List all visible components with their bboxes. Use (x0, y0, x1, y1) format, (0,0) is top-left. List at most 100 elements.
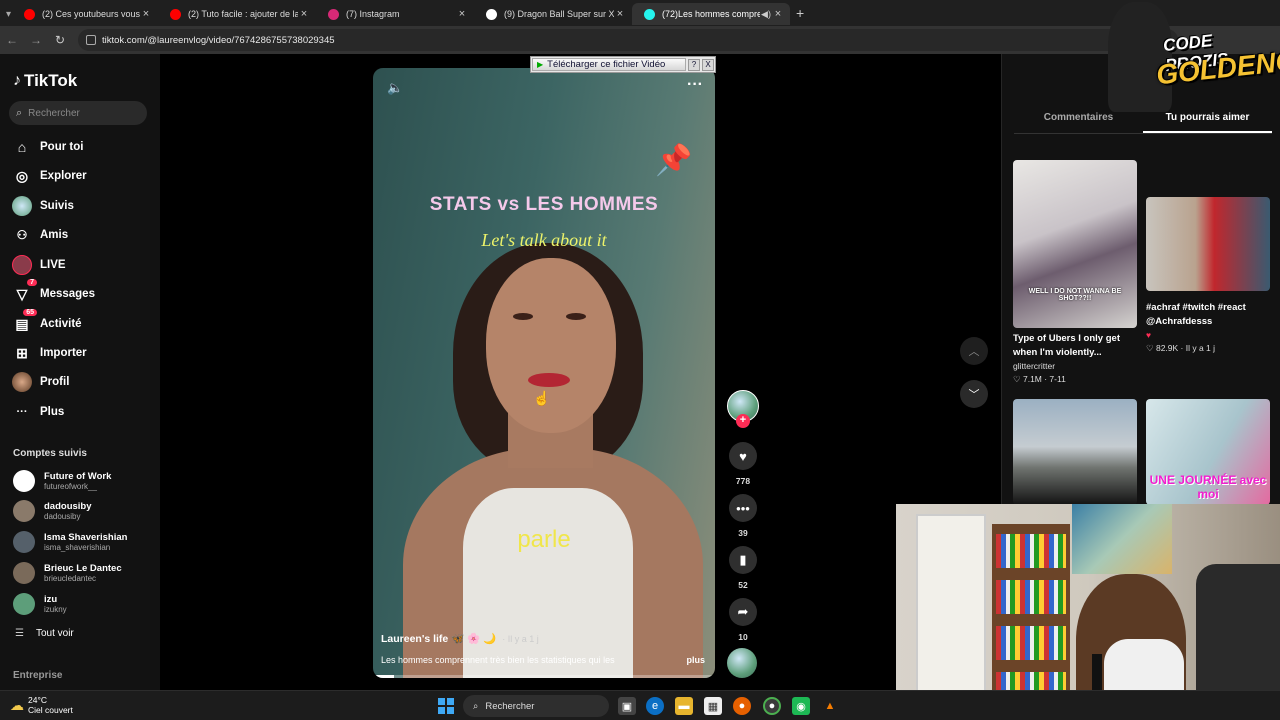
followed-account[interactable]: izu izukny (13, 593, 67, 615)
tab-comments[interactable]: Commentaires (1014, 112, 1143, 133)
youtube-favicon-icon (24, 8, 35, 20)
tab-title: (72)Les hommes comprenn (662, 9, 760, 19)
compass-icon: ◎ (15, 167, 29, 184)
followed-account[interactable]: Isma Shaverishian isma_shaverishian (13, 531, 127, 553)
comment-count: 39 (738, 528, 748, 538)
video-player[interactable]: 📌 STATS vs LES HOMMES Let's talk about i… (373, 68, 715, 678)
download-video-button[interactable]: ▶ Télécharger ce fichier Vidéo (532, 58, 686, 71)
browser-tab-bar: ▾ (2) Ces youtubeurs vous trahis × (2) T… (0, 0, 1280, 26)
browser-tab[interactable]: ▾ (2) Ces youtubeurs vous trahis × (0, 3, 158, 25)
recommended-video-card[interactable]: #achraf #twitch #react @Achrafdesss ♥ ♡ … (1146, 160, 1270, 354)
next-video-chevron-down-icon[interactable]: ﹀ (960, 380, 988, 408)
file-explorer-icon[interactable]: ▬ (675, 697, 693, 715)
download-close-button[interactable]: X (702, 58, 714, 71)
like-count: 778 (735, 476, 751, 486)
recommended-video-card[interactable]: UNE JOURNÉE avec moi (1146, 399, 1270, 505)
right-panel-tabs: Commentaires Tu pourrais aimer (1014, 112, 1272, 134)
recommended-video-card[interactable] (1013, 399, 1137, 505)
chrome-icon[interactable]: ● (763, 697, 781, 715)
nav-label: Explorer (40, 170, 87, 182)
browser-tab-active[interactable]: (72)Les hommes comprenn ◀) × (632, 3, 790, 25)
nav-live[interactable]: LIVE (12, 255, 66, 275)
previous-video-chevron-up-icon[interactable]: ︿ (960, 337, 988, 365)
follow-button[interactable]: + (736, 414, 750, 428)
back-arrow-icon[interactable]: ← (0, 33, 24, 47)
video-overlay-title: STATS vs LES HOMMES (429, 194, 659, 215)
nav-messages[interactable]: ▽ 7 Messages (12, 279, 95, 304)
card-author: ♥ (1146, 330, 1152, 340)
account-handle: dadousiby (44, 511, 81, 521)
nav-amis[interactable]: ⚇ Amis (12, 225, 69, 245)
url-text: tiktok.com/@laureenvlog/video/7674286755… (102, 34, 335, 46)
url-field[interactable]: tiktok.com/@laureenvlog/video/7674286755… (78, 29, 1178, 51)
forward-arrow-icon[interactable]: → (24, 33, 48, 47)
windows-start-icon[interactable] (438, 698, 454, 714)
bookmark-icon[interactable]: ▮ (729, 546, 757, 574)
tab-menu-icon[interactable]: ▾ (6, 9, 11, 20)
followed-account[interactable]: Brieuc Le Dantec brieucledantec (13, 562, 122, 584)
close-tab-icon[interactable]: × (298, 8, 310, 20)
enterprise-link[interactable]: Entreprise (13, 670, 62, 681)
tab-audio-icon[interactable]: ◀) (760, 9, 772, 20)
edge-icon[interactable]: e (646, 697, 664, 715)
tiktok-favicon-icon (644, 8, 655, 20)
followed-account[interactable]: dadousiby dadousiby (13, 500, 92, 522)
tab-title: (9) Dragon Ball Super sur X : " (504, 9, 614, 19)
video-progress-bar[interactable] (373, 675, 715, 678)
new-tab-button[interactable]: + (796, 5, 804, 21)
search-placeholder: Rechercher (28, 107, 80, 119)
nav-label: Messages (40, 288, 95, 300)
nav-label: Importer (40, 347, 87, 359)
nav-suivis[interactable]: Suivis (12, 196, 74, 216)
app-icon[interactable]: ◉ (792, 697, 810, 715)
volume-icon[interactable]: 🔈 (387, 80, 403, 96)
close-tab-icon[interactable]: × (614, 8, 626, 20)
followed-account[interactable]: Future of Work futureofwork__ (13, 470, 111, 492)
browser-tab[interactable]: (7) Instagram × (316, 3, 474, 25)
taskbar-search[interactable]: ⌕ Rechercher (463, 695, 609, 717)
nav-label: Plus (40, 406, 65, 418)
store-icon[interactable]: ▦ (704, 697, 722, 715)
card-author: glittercritter (1013, 361, 1056, 371)
download-help-button[interactable]: ? (688, 58, 700, 71)
description-more-button[interactable]: plus (686, 655, 705, 665)
avatar (13, 500, 35, 522)
close-tab-icon[interactable]: × (140, 8, 152, 20)
firefox-icon[interactable]: ● (733, 697, 751, 715)
account-name: Brieuc Le Dantec (44, 562, 122, 574)
sidebar-search-input[interactable]: ⌕ Rechercher (9, 101, 147, 125)
browser-tab[interactable]: (2) Tuto facile : ajouter de la RA × (158, 3, 316, 25)
nav-pour-toi[interactable]: ⌂ Pour toi (12, 137, 84, 157)
nav-profil[interactable]: Profil (12, 372, 69, 392)
video-description: Les hommes comprennent très bien les sta… (381, 655, 615, 665)
tiktok-logo[interactable]: ♪ TikTok (13, 71, 77, 91)
nav-explorer[interactable]: ◎ Explorer (12, 166, 87, 186)
close-tab-icon[interactable]: × (772, 8, 784, 20)
recommended-video-card[interactable]: WELL I DO NOT WANNA BE SHOT??!! Type of … (1013, 160, 1137, 385)
video-more-options-icon[interactable]: ··· (687, 76, 703, 94)
followed-accounts-heading: Comptes suivis (13, 448, 87, 459)
messages-badge: 7 (27, 279, 37, 286)
card-stats: ♡ 7.1M · 7-11 (1013, 374, 1066, 384)
tab-you-may-like[interactable]: Tu pourrais aimer (1143, 112, 1272, 133)
nav-plus[interactable]: ··· Plus (12, 402, 65, 422)
video-author[interactable]: Laureen's life 🦋 🌸 🌙 · Il y a 1 j (381, 632, 539, 645)
browser-tab[interactable]: (9) Dragon Ball Super sur X : " × (474, 3, 632, 25)
like-heart-icon[interactable]: ♥ (729, 442, 757, 470)
comment-icon[interactable]: ••• (729, 494, 757, 522)
share-arrow-icon[interactable]: ➦ (729, 598, 757, 626)
vlc-icon[interactable]: ▲ (821, 697, 839, 715)
site-info-icon[interactable] (86, 35, 96, 45)
close-tab-icon[interactable]: × (456, 8, 468, 20)
account-handle: brieucledantec (44, 573, 97, 583)
nav-label: Suivis (40, 200, 74, 212)
task-view-icon[interactable]: ▣ (618, 697, 636, 715)
video-thumbnail: UNE JOURNÉE avec moi (1146, 399, 1270, 505)
weather-widget[interactable]: ☁ 24°C Ciel couvert (10, 695, 73, 715)
nav-importer[interactable]: ⊞ Importer (12, 343, 87, 363)
sound-disc-avatar[interactable] (727, 648, 757, 678)
see-all-button[interactable]: ☰ Tout voir (15, 628, 74, 639)
video-thumbnail: WELL I DO NOT WANNA BE SHOT??!! (1013, 160, 1137, 328)
nav-activite[interactable]: ▤ 65 Activité (12, 309, 82, 334)
reload-icon[interactable]: ↻ (48, 33, 72, 47)
